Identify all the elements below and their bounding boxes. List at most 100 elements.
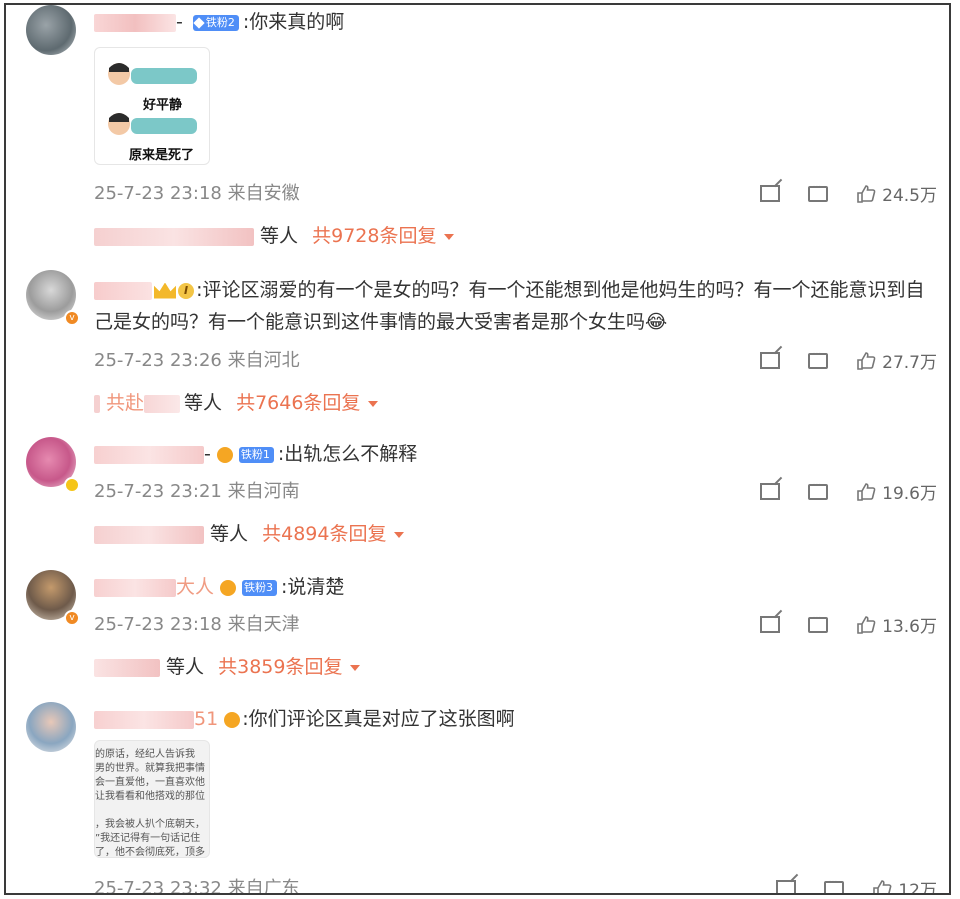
comment-icon[interactable] bbox=[808, 347, 829, 369]
image-text-line: 会一直爱他，一直喜欢他 bbox=[95, 777, 205, 788]
like-button[interactable]: 19.6万 bbox=[856, 479, 937, 504]
comment-header: I:评论区溺爱的有一个是女的吗？有一个还能想到他是他妈生的吗？有一个还能意识到自… bbox=[94, 274, 934, 338]
action-bar: 19.6万 bbox=[760, 478, 937, 504]
share-icon[interactable] bbox=[760, 483, 781, 500]
username-tail: - bbox=[176, 11, 189, 33]
like-button[interactable]: 12万 bbox=[872, 876, 937, 895]
meme-caption: 原来是死了 bbox=[129, 148, 195, 163]
comment-image[interactable]: 的原话，经纪人告诉我 男的世界。就算我把事情 会一直爱他，一直喜欢他 让我看看和… bbox=[94, 740, 210, 858]
avatar[interactable] bbox=[26, 702, 76, 752]
comment-header: - 铁粉2:你来真的啊 bbox=[94, 9, 344, 35]
username[interactable] bbox=[94, 710, 194, 729]
username[interactable] bbox=[94, 13, 176, 32]
meme-caption: 好平静 bbox=[143, 98, 183, 113]
like-button[interactable]: 13.6万 bbox=[856, 612, 937, 637]
verified-icon: v bbox=[64, 610, 80, 626]
comment-text: :说清楚 bbox=[281, 576, 345, 598]
comment-icon[interactable] bbox=[808, 180, 829, 202]
share-icon[interactable] bbox=[760, 352, 781, 369]
comment-item: v I:评论区溺爱的有一个是女的吗？有一个还能想到他是他妈生的吗？有一个还能意识… bbox=[6, 270, 949, 420]
fan-badge-label: 铁粉2 bbox=[205, 15, 235, 29]
reply-usernames-blur bbox=[144, 394, 181, 413]
username[interactable] bbox=[94, 445, 204, 464]
reply-summary[interactable]: 等人 共9728条回复 bbox=[94, 221, 455, 248]
action-bar: 24.5万 bbox=[760, 180, 937, 206]
share-icon[interactable] bbox=[760, 185, 781, 202]
chevron-down-icon bbox=[368, 400, 379, 407]
timestamp-location: 25-7-23 23:26 来自河北 bbox=[94, 350, 300, 371]
image-text-line: ”我还记得有一句话记住 bbox=[95, 833, 201, 844]
username[interactable] bbox=[94, 578, 176, 597]
fan-badge: 铁粉1 bbox=[238, 446, 274, 463]
reply-count: 共7646条回复 bbox=[236, 392, 361, 414]
thumbs-up-icon bbox=[857, 184, 876, 203]
comment-image[interactable]: 好平静 原来是死了 bbox=[94, 47, 210, 165]
chevron-down-icon bbox=[350, 664, 361, 671]
fan-badge: 铁粉2 bbox=[192, 14, 239, 31]
reply-suffix: 等人 bbox=[210, 523, 249, 545]
like-count: 27.7万 bbox=[882, 353, 937, 373]
thumbs-up-icon bbox=[857, 351, 876, 370]
comment-icon[interactable] bbox=[824, 875, 845, 893]
reply-suffix: 等人 bbox=[260, 225, 299, 247]
reply-count: 共3859条回复 bbox=[218, 656, 343, 678]
crown-icon bbox=[224, 711, 241, 728]
thumbs-up-icon bbox=[857, 615, 876, 634]
share-icon[interactable] bbox=[776, 880, 797, 893]
comment-item: v 大人 铁粉3:说清楚 25-7-23 23:18 来自天津 13.6万 等人 … bbox=[6, 570, 949, 690]
reply-summary[interactable]: 共赴 等人 共7646条回复 bbox=[94, 388, 379, 415]
timestamp-location: 25-7-23 23:32 来自广东 bbox=[94, 878, 300, 895]
verified-icon: v bbox=[64, 310, 80, 326]
username-tail: 大人 bbox=[176, 576, 215, 598]
crown-icon bbox=[216, 446, 233, 463]
diamond-icon bbox=[193, 16, 205, 29]
comment-item: - 铁粉2:你来真的啊 好平静 原来是死了 25-7-23 23:18 来自安徽… bbox=[6, 5, 949, 255]
reply-username-visible: 共赴 bbox=[106, 392, 145, 414]
avatar[interactable] bbox=[26, 5, 76, 55]
image-text-line: 的原话，经纪人告诉我 bbox=[95, 749, 195, 760]
username[interactable] bbox=[94, 281, 152, 300]
image-text-line: 了，他不会彻底死，顶多 bbox=[95, 847, 205, 858]
vip-level: I bbox=[178, 282, 195, 299]
reply-summary[interactable]: 等人 共4894条回复 bbox=[94, 519, 405, 546]
comment-icon[interactable] bbox=[808, 611, 829, 633]
reply-summary[interactable]: 等人 共3859条回复 bbox=[94, 652, 361, 679]
like-count: 12万 bbox=[898, 881, 937, 895]
thumbs-up-icon bbox=[857, 482, 876, 501]
reply-suffix: 等人 bbox=[166, 656, 205, 678]
comment-header: 51:你们评论区真是对应了这张图啊 bbox=[94, 706, 515, 732]
like-count: 19.6万 bbox=[882, 484, 937, 504]
comment-text: :出轨怎么不解释 bbox=[277, 443, 418, 465]
reply-count: 共4894条回复 bbox=[262, 523, 387, 545]
reply-usernames bbox=[94, 394, 100, 413]
crown-icon bbox=[220, 579, 237, 596]
like-button[interactable]: 27.7万 bbox=[856, 348, 937, 373]
action-bar: 13.6万 bbox=[760, 611, 937, 637]
reply-suffix: 等人 bbox=[184, 392, 223, 414]
like-count: 13.6万 bbox=[882, 617, 937, 637]
fan-badge: 铁粉3 bbox=[242, 579, 278, 596]
reply-count: 共9728条回复 bbox=[312, 225, 437, 247]
timestamp-location: 25-7-23 23:21 来自河南 bbox=[94, 481, 300, 502]
verified-icon bbox=[64, 477, 80, 493]
username-tail: 51 bbox=[194, 708, 219, 730]
action-bar: 12万 bbox=[776, 875, 937, 895]
timestamp-location: 25-7-23 23:18 来自安徽 bbox=[94, 183, 300, 204]
comment-item: 51:你们评论区真是对应了这张图啊 的原话，经纪人告诉我 男的世界。就算我把事情… bbox=[6, 702, 949, 895]
reply-usernames bbox=[94, 525, 204, 544]
thumbs-up-icon bbox=[873, 879, 892, 893]
image-text-line: ，我会被人扒个底朝天， bbox=[95, 819, 205, 830]
crown-icon bbox=[154, 282, 176, 299]
action-bar: 27.7万 bbox=[760, 347, 937, 373]
image-text-line: 让我看看和他搭戏的那位 bbox=[95, 791, 205, 802]
comment-header: 大人 铁粉3:说清楚 bbox=[94, 574, 344, 600]
comment-text: :评论区溺爱的有一个是女的吗？有一个还能想到他是他妈生的吗？有一个还能意识到自己… bbox=[94, 279, 925, 333]
share-icon[interactable] bbox=[760, 616, 781, 633]
chevron-down-icon bbox=[444, 233, 455, 240]
comment-icon[interactable] bbox=[808, 478, 829, 500]
like-button[interactable]: 24.5万 bbox=[856, 181, 937, 206]
reply-usernames bbox=[94, 227, 254, 246]
comment-header: - 铁粉1:出轨怎么不解释 bbox=[94, 441, 417, 467]
reply-usernames bbox=[94, 658, 160, 677]
like-count: 24.5万 bbox=[882, 186, 937, 206]
